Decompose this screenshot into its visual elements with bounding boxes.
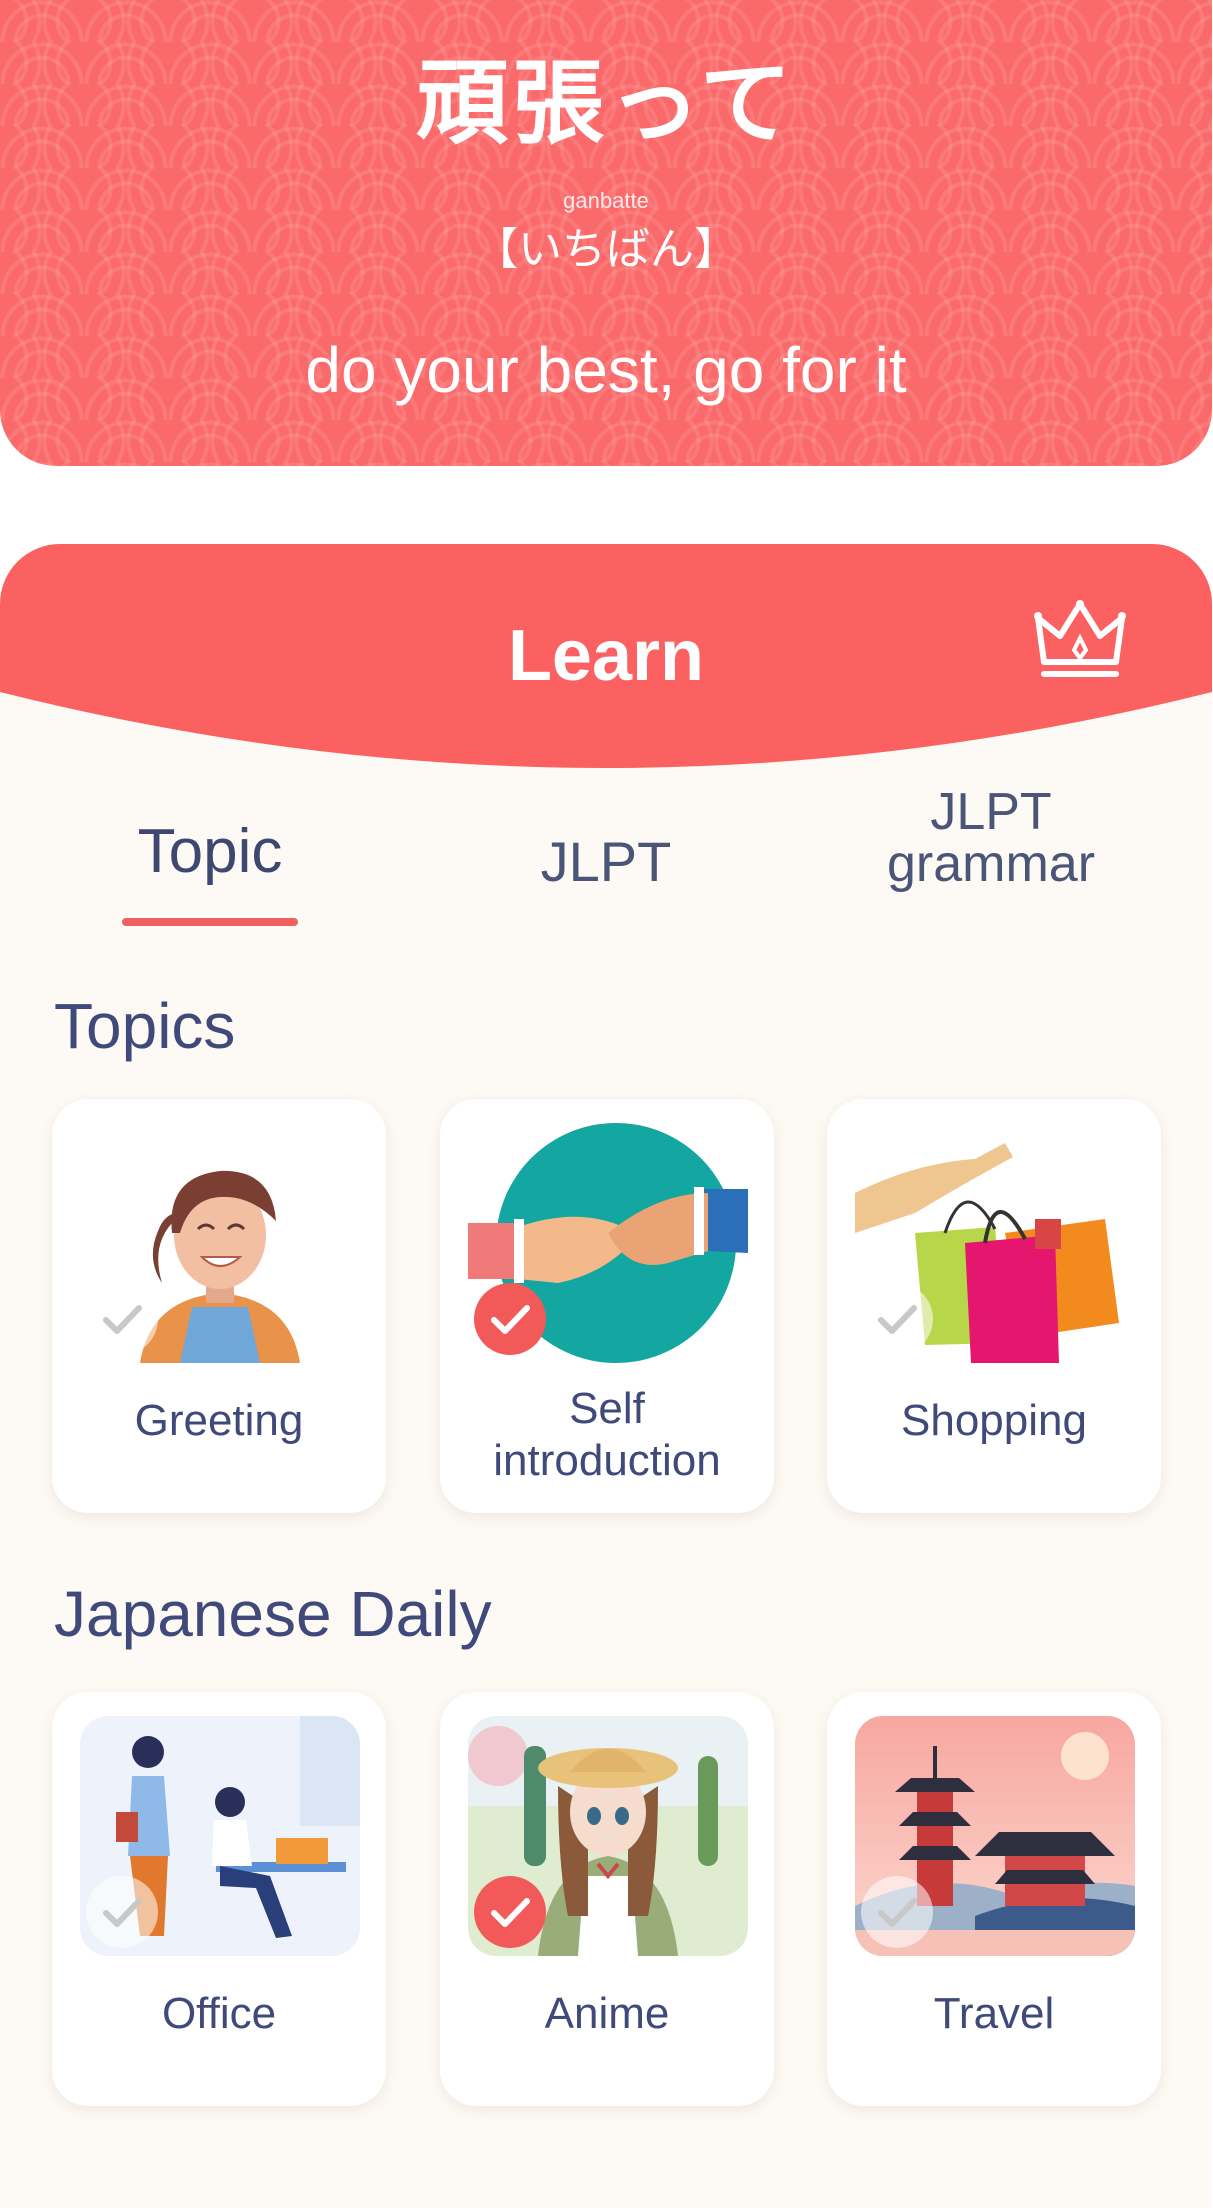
daily-card-anime[interactable]: Anime: [440, 1692, 774, 2106]
word-romaji: ganbatte: [563, 188, 649, 213]
section-title-topics: Topics: [54, 990, 236, 1062]
card-label: Travel: [933, 1989, 1055, 2038]
check-icon: [474, 1876, 546, 1948]
word-kanji: 頑張って: [416, 50, 796, 157]
tab-jlpt-grammar[interactable]: JLPT grammar: [826, 786, 1156, 890]
section-title-japanese-daily: Japanese Daily: [54, 1578, 492, 1650]
learn-title: Learn: [507, 616, 705, 696]
topic-card-self-introduction[interactable]: Self introduction: [440, 1099, 774, 1513]
topic-card-greeting[interactable]: Greeting: [52, 1099, 386, 1513]
check-icon: [86, 1283, 158, 1355]
card-label: Office: [161, 1989, 277, 2038]
card-label: Self introduction: [493, 1384, 721, 1485]
tab-jlpt[interactable]: JLPT: [441, 832, 771, 892]
tab-topic[interactable]: Topic: [45, 817, 375, 886]
word-kana: 【いちばん】: [474, 224, 738, 275]
check-icon: [474, 1283, 546, 1355]
daily-card-travel[interactable]: Travel: [827, 1692, 1161, 2106]
learn-screen: 頑張って ganbatte 【いちばん】 do your best, go fo…: [0, 0, 1213, 2208]
check-icon: [86, 1876, 158, 1948]
tab-jlpt-label: JLPT: [540, 830, 672, 893]
card-label: Shopping: [901, 1396, 1087, 1445]
topic-card-shopping[interactable]: Shopping: [827, 1099, 1161, 1513]
word-meaning: do your best, go for it: [305, 334, 907, 406]
tab-active-indicator: [122, 918, 298, 926]
card-label: Greeting: [134, 1396, 304, 1445]
word-of-the-day-card[interactable]: 頑張って ganbatte 【いちばん】 do your best, go fo…: [0, 0, 1212, 466]
daily-card-office[interactable]: Office: [52, 1692, 386, 2106]
learn-header: Learn: [0, 544, 1212, 784]
crown-icon[interactable]: [1034, 598, 1126, 684]
card-label: Anime: [544, 1989, 670, 2038]
check-icon: [861, 1283, 933, 1355]
tab-topic-label: Topic: [137, 817, 283, 886]
tab-jlpt-grammar-label: JLPT grammar: [886, 783, 1096, 893]
check-icon: [861, 1876, 933, 1948]
